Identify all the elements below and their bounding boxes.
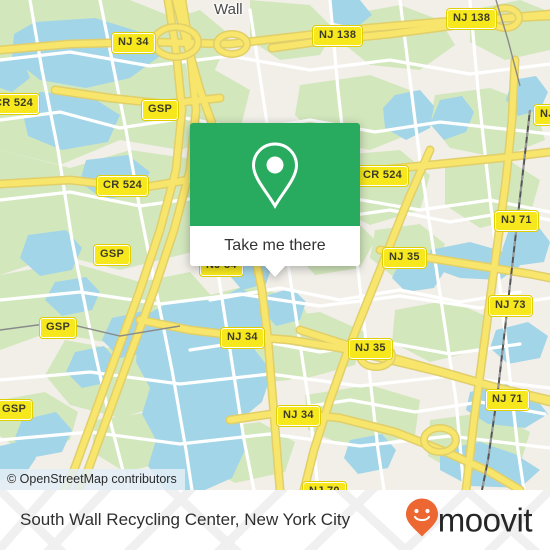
shield-nj-right-edge: NJ xyxy=(533,104,550,126)
shield-nj-70-bottom: NJ 70 xyxy=(302,481,347,490)
shield-gsp-lower: GSP xyxy=(38,317,78,339)
shield-nj-35-upper: NJ 35 xyxy=(382,247,427,269)
shield-nj-34-top: NJ 34 xyxy=(111,32,156,54)
moovit-pin-smile-icon xyxy=(405,498,439,543)
shield-gsp-mid: GSP xyxy=(92,244,132,266)
shield-nj-34-lower: NJ 34 xyxy=(220,327,265,349)
map-canvas[interactable]: Wall CR 524 NJ 34 NJ 138 NJ 138 GSP CR 5… xyxy=(0,0,550,490)
place-popup[interactable]: Take me there xyxy=(190,123,360,277)
map-pin-icon xyxy=(247,140,303,210)
shield-nj-73: NJ 73 xyxy=(488,295,533,317)
moovit-wordmark: moovit xyxy=(437,501,533,539)
take-me-there-label: Take me there xyxy=(224,237,326,254)
take-me-there-button[interactable]: Take me there xyxy=(190,226,360,277)
shield-nj-138-left: NJ 138 xyxy=(311,25,364,47)
shield-gsp-upper: GSP xyxy=(140,99,180,121)
shield-nj-71-upper: NJ 71 xyxy=(494,210,539,232)
footer-bar: South Wall Recycling Center, New York Ci… xyxy=(0,490,550,550)
shield-gsp-bottom: GSP xyxy=(0,399,34,421)
shield-cr-524-left: CR 524 xyxy=(0,93,41,115)
shield-nj-71-lower: NJ 71 xyxy=(485,389,530,411)
shield-cr-524-mid: CR 524 xyxy=(95,175,150,197)
place-title: South Wall Recycling Center, New York Ci… xyxy=(20,510,351,529)
popup-image-area xyxy=(190,123,360,226)
shield-nj-138-right: NJ 138 xyxy=(445,8,498,30)
shield-nj-35-lower: NJ 35 xyxy=(348,338,393,360)
moovit-place-screenshot: Wall CR 524 NJ 34 NJ 138 NJ 138 GSP CR 5… xyxy=(0,0,550,550)
place-label-wall: Wall xyxy=(214,1,243,18)
popup-tail-icon xyxy=(264,265,286,277)
osm-attribution[interactable]: © OpenStreetMap contributors xyxy=(0,469,185,490)
moovit-logo[interactable]: moovit xyxy=(405,498,533,543)
shield-nj-34-bottom: NJ 34 xyxy=(276,405,321,427)
shield-cr-524-right: CR 524 xyxy=(355,165,410,187)
